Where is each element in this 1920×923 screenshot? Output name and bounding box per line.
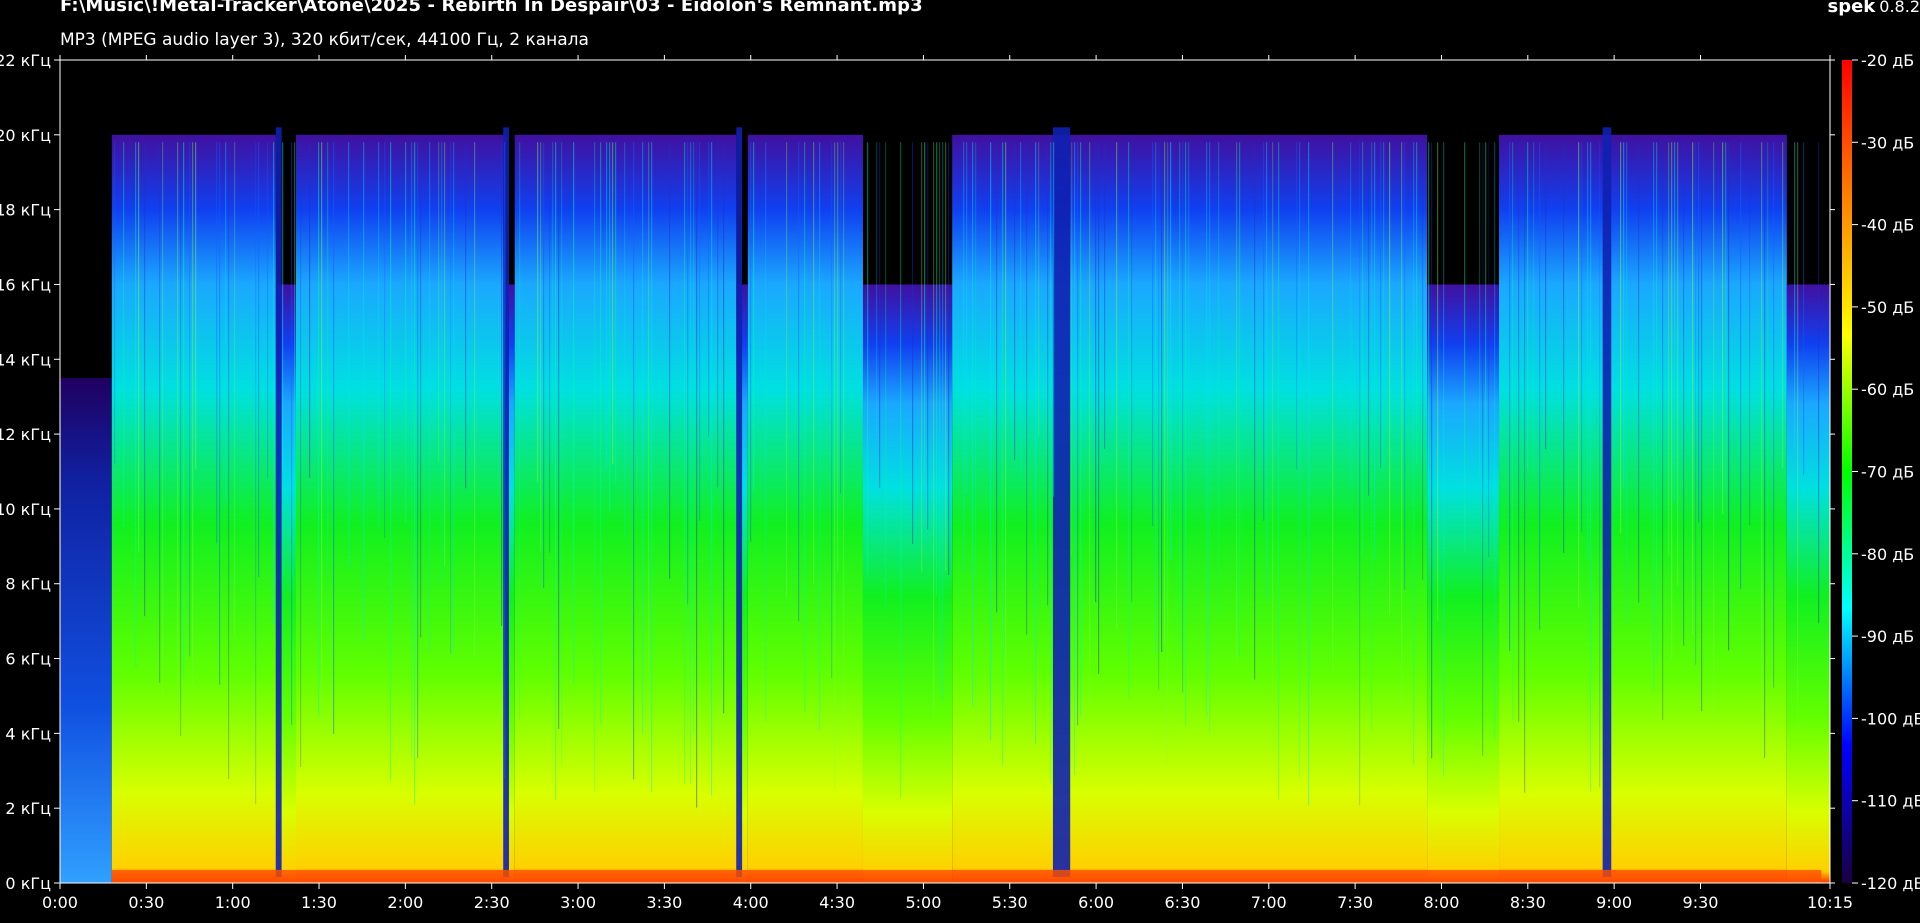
x-tick-label: 0:00 — [42, 893, 78, 912]
x-tick-label: 8:30 — [1510, 893, 1546, 912]
colorbar — [1842, 60, 1852, 883]
colorbar-tick-label: -70 дБ — [1861, 463, 1914, 482]
x-tick-label: 2:30 — [474, 893, 510, 912]
y-tick-label: 6 кГц — [5, 650, 51, 669]
y-tick-label: 10 кГц — [0, 500, 51, 519]
colorbar-tick-label: -30 дБ — [1861, 133, 1914, 152]
x-tick-label: 4:30 — [819, 893, 855, 912]
y-tick-label: 18 кГц — [0, 201, 51, 220]
y-tick-label: 4 кГц — [5, 724, 51, 743]
x-tick-label: 5:00 — [905, 893, 941, 912]
x-tick-label: 9:30 — [1683, 893, 1719, 912]
y-tick-label: 16 кГц — [0, 275, 51, 294]
colorbar-tick-label: -60 дБ — [1861, 380, 1914, 399]
spectrum-segment — [1499, 134, 1787, 883]
colorbar-tick-label: -50 дБ — [1861, 298, 1914, 317]
x-tick-label: 1:30 — [301, 893, 337, 912]
x-tick-label: 6:30 — [1164, 893, 1200, 912]
spectrogram-area — [60, 60, 1830, 883]
x-tick-label: 9:00 — [1596, 893, 1632, 912]
x-tick-label: 4:00 — [733, 893, 769, 912]
y-tick-label: 2 кГц — [5, 799, 51, 818]
colorbar-tick-label: -90 дБ — [1861, 627, 1914, 646]
spectrum-segment — [1786, 284, 1830, 883]
x-tick-label: 3:30 — [646, 893, 682, 912]
x-tick-label: 0:30 — [128, 893, 164, 912]
low-energy-gap — [1052, 127, 1071, 877]
colorbar-tick-label: -120 дБ — [1861, 874, 1920, 893]
colorbar-tick-label: -40 дБ — [1861, 216, 1914, 235]
x-tick-label: 6:00 — [1078, 893, 1114, 912]
y-tick-label: 22 кГц — [0, 51, 51, 70]
spectrogram-chart: 0 кГц 2 кГц 4 кГц 6 кГц 8 кГц 10 кГц 12 кГц 14 … — [0, 51, 1920, 912]
colorbar-tick-label: -110 дБ — [1861, 792, 1920, 811]
spectrum-segment — [60, 377, 112, 883]
x-tick-label: 5:30 — [992, 893, 1028, 912]
colorbar-tick-label: -80 дБ — [1861, 545, 1914, 564]
low-frequency-band — [111, 869, 1822, 883]
x-tick-label: 7:30 — [1337, 893, 1373, 912]
x-tick-label: 7:00 — [1251, 893, 1287, 912]
low-energy-gap — [736, 127, 743, 877]
spectrum-segment — [111, 134, 276, 883]
x-tick-label: 10:15 — [1807, 893, 1853, 912]
y-tick-label: 14 кГц — [0, 350, 51, 369]
colorbar-tick-label: -100 дБ — [1861, 709, 1920, 728]
x-tick-label: 2:00 — [387, 893, 423, 912]
x-tick-label: 3:00 — [560, 893, 596, 912]
colorbar-tick-label: -20 дБ — [1861, 51, 1914, 70]
y-tick-label: 20 кГц — [0, 126, 51, 145]
low-energy-gap — [275, 127, 282, 877]
y-tick-label: 12 кГц — [0, 425, 51, 444]
low-energy-gap — [1602, 127, 1612, 877]
low-energy-gap — [503, 127, 509, 877]
spectrum-segment — [514, 134, 737, 883]
spectrum-segment — [747, 134, 863, 883]
x-tick-label: 8:00 — [1423, 893, 1459, 912]
x-tick-label: 1:00 — [215, 893, 251, 912]
spectrum-segment — [952, 134, 1428, 883]
y-tick-label: 8 кГц — [5, 575, 51, 594]
y-tick-label: 0 кГц — [5, 874, 51, 893]
